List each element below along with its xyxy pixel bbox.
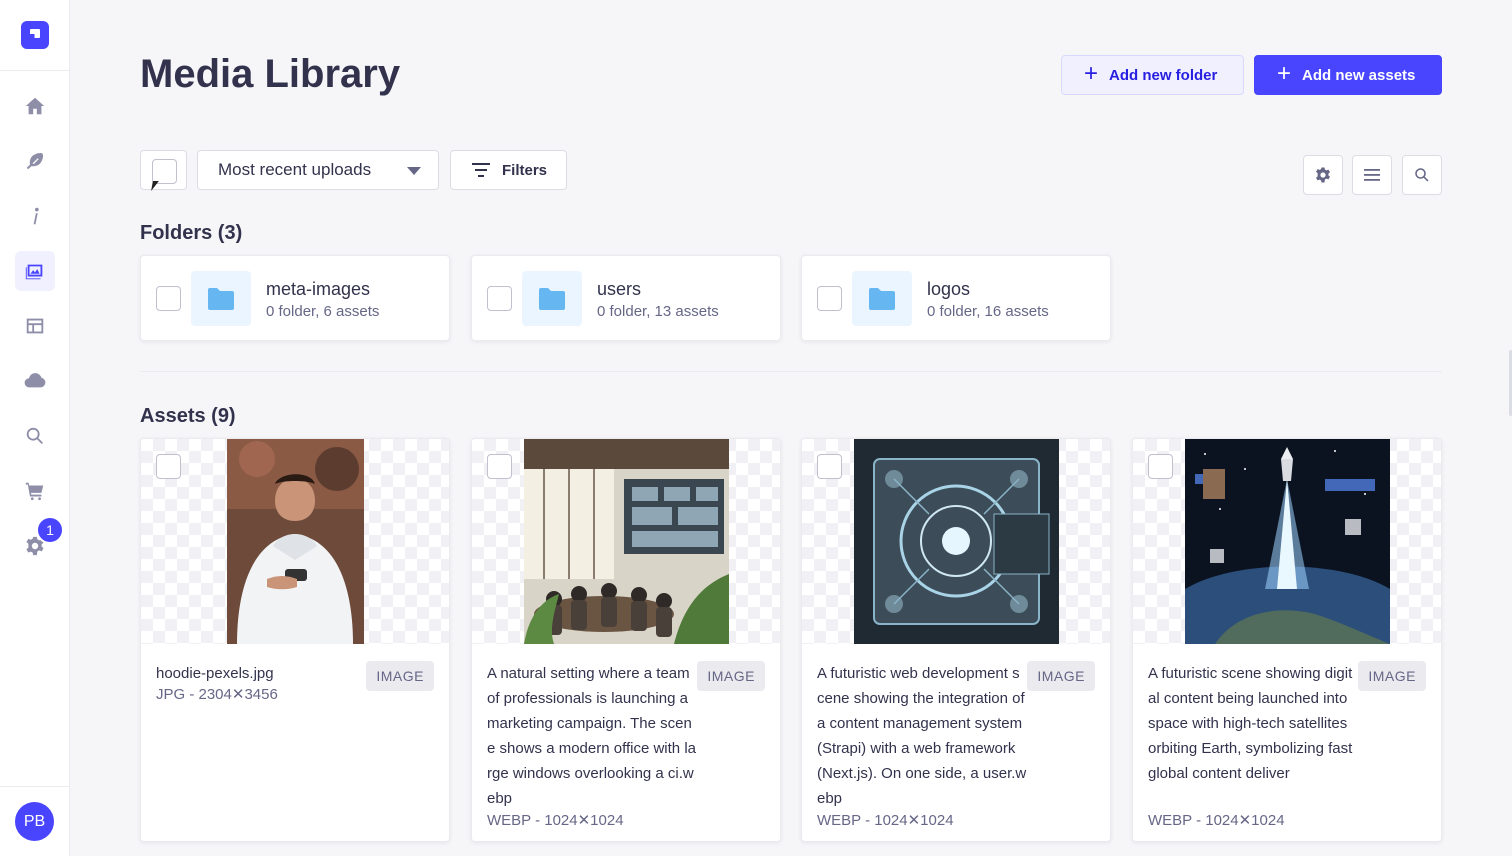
folder-name: logos (927, 279, 971, 299)
asset-card[interactable]: A futuristic scene showing digital conte… (1132, 438, 1442, 842)
folder-name: users (597, 279, 642, 299)
asset-checkbox[interactable] (487, 454, 512, 479)
marketplace-cart-icon[interactable] (15, 471, 55, 511)
asset-preview (141, 439, 449, 644)
folder-checkbox[interactable] (156, 286, 181, 311)
asset-type-badge: IMAGE (697, 661, 765, 691)
content-type-builder-layout-icon[interactable] (15, 306, 55, 346)
cloud-icon[interactable] (15, 361, 55, 401)
chevron-down-icon (407, 167, 421, 175)
asset-card[interactable]: A futuristic web development scene showi… (801, 438, 1111, 842)
media-library-icon[interactable] (15, 251, 55, 291)
folder-icon-wrapper (522, 271, 582, 326)
folder-meta: 0 folder, 6 assets (266, 303, 380, 320)
page-title: Media Library (140, 52, 401, 96)
asset-title: hoodie-pexels.jpg (156, 665, 274, 682)
asset-preview (1133, 439, 1441, 644)
sort-select-value: Most recent uploads (218, 160, 372, 179)
asset-card[interactable]: hoodie-pexels.jpg JPG - 2304✕3456 IMAGE (140, 438, 450, 842)
folder-icon (869, 287, 895, 310)
plus-icon: + (1277, 60, 1292, 87)
asset-title: A natural setting where a team of profes… (487, 665, 696, 807)
asset-meta: JPG - 2304✕3456 (156, 686, 278, 703)
list-view-button[interactable] (1352, 155, 1392, 195)
asset-thumbnail-hoodie (227, 439, 364, 644)
content-manager-feather-icon[interactable] (15, 141, 55, 181)
asset-checkbox[interactable] (817, 454, 842, 479)
sort-select[interactable]: Most recent uploads (197, 150, 439, 190)
filters-label: Filters (502, 161, 548, 179)
folder-icon (539, 287, 565, 310)
configure-view-button[interactable] (1303, 155, 1343, 195)
add-new-assets-button[interactable]: + Add new assets (1254, 55, 1442, 95)
asset-thumbnail-webdev (854, 439, 1059, 644)
folder-icon-wrapper (191, 271, 251, 326)
asset-type-badge: IMAGE (1358, 661, 1426, 691)
strapi-logo[interactable] (21, 21, 49, 49)
folder-icon (208, 287, 234, 310)
filter-icon (472, 163, 490, 177)
asset-type-badge: IMAGE (1027, 661, 1095, 691)
asset-title: A futuristic scene showing digital conte… (1148, 665, 1353, 782)
section-divider (140, 371, 1442, 372)
main-sidebar: 1 PB (0, 0, 70, 856)
home-icon[interactable] (15, 86, 55, 126)
folder-name: meta-images (266, 279, 371, 299)
search-icon[interactable] (15, 416, 55, 456)
folder-card[interactable]: logos 0 folder, 16 assets (801, 255, 1111, 341)
asset-card[interactable]: A natural setting where a team of profes… (471, 438, 781, 842)
sidebar-divider (0, 70, 69, 71)
gear-icon (1316, 167, 1330, 183)
asset-thumbnail-office (524, 439, 729, 644)
asset-meta: WEBP - 1024✕1024 (817, 812, 954, 829)
asset-meta: WEBP - 1024✕1024 (1148, 812, 1285, 829)
add-new-assets-label: Add new assets (1302, 66, 1416, 84)
folders-heading: Folders (3) (140, 222, 243, 244)
add-new-folder-button[interactable]: + Add new folder (1061, 55, 1244, 95)
assets-heading: Assets (9) (140, 405, 236, 427)
asset-preview (802, 439, 1110, 644)
sidebar-bottom-divider (0, 786, 69, 787)
select-all-wrapper (140, 150, 187, 190)
folder-meta: 0 folder, 13 assets (597, 303, 719, 320)
plus-icon: + (1084, 60, 1099, 87)
folder-card[interactable]: meta-images 0 folder, 6 assets (140, 255, 450, 341)
settings-notification-badge: 1 (36, 516, 64, 544)
add-new-folder-label: Add new folder (1109, 66, 1218, 84)
asset-preview (472, 439, 780, 644)
list-icon (1364, 169, 1380, 181)
search-icon (1415, 168, 1429, 182)
folder-card[interactable]: users 0 folder, 13 assets (471, 255, 781, 341)
folder-checkbox[interactable] (487, 286, 512, 311)
asset-title: A futuristic web development scene showi… (817, 665, 1027, 807)
asset-thumbnail-space (1185, 439, 1390, 644)
search-button[interactable] (1402, 155, 1442, 195)
folder-icon-wrapper (852, 271, 912, 326)
asset-checkbox[interactable] (1148, 454, 1173, 479)
info-icon[interactable] (15, 196, 55, 236)
asset-type-badge: IMAGE (366, 661, 434, 691)
folder-checkbox[interactable] (817, 286, 842, 311)
folder-meta: 0 folder, 16 assets (927, 303, 1049, 320)
user-avatar[interactable]: PB (15, 802, 54, 841)
filters-button[interactable]: Filters (450, 150, 567, 190)
asset-meta: WEBP - 1024✕1024 (487, 812, 624, 829)
asset-checkbox[interactable] (156, 454, 181, 479)
